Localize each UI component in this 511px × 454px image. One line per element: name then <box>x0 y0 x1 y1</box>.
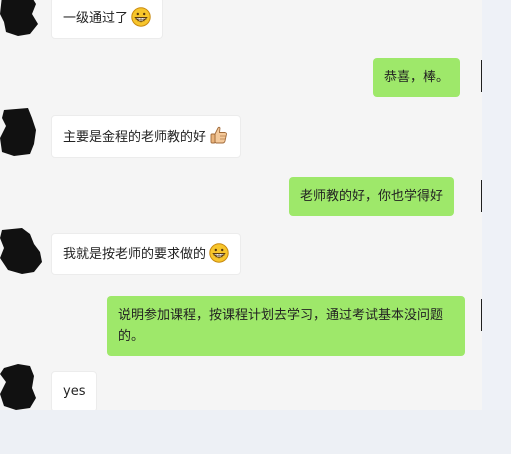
message-bubble-incoming[interactable]: yes <box>51 371 98 410</box>
message-bubble-outgoing[interactable]: 恭喜，棒。 <box>373 58 461 97</box>
grinning-face-icon <box>131 7 151 27</box>
message-text: 说明参加课程，按课程计划去学习，通过考试基本没问题的。 <box>118 308 444 344</box>
message-text: 恭喜，棒。 <box>384 70 450 85</box>
message-bubble-incoming[interactable]: 一级通过了 <box>51 0 164 39</box>
message-text: 一级通过了 <box>63 11 129 26</box>
chat-message-area[interactable]: 一级通过了 恭喜，棒。 主要是金程的老师教的好 老师教的好，你也学得好 我就是按… <box>0 0 482 410</box>
grinning-face-icon <box>209 243 229 263</box>
avatar-redacted <box>0 364 36 410</box>
message-text: 主要是金程的老师教的好 <box>63 130 207 145</box>
thumbs-up-icon <box>210 126 227 144</box>
message-text: 我就是按老师的要求做的 <box>63 247 207 262</box>
side-panel-edge <box>482 0 511 410</box>
message-bubble-outgoing[interactable]: 说明参加课程，按课程计划去学习，通过考试基本没问题的。 <box>107 296 465 356</box>
avatar-redacted <box>0 0 38 36</box>
message-text: 老师教的好，你也学得好 <box>300 189 444 204</box>
message-text: yes <box>63 384 86 399</box>
message-bubble-outgoing[interactable]: 老师教的好，你也学得好 <box>289 177 455 216</box>
message-bubble-incoming[interactable]: 主要是金程的老师教的好 <box>51 115 242 158</box>
avatar-redacted <box>0 228 42 274</box>
avatar-redacted <box>0 108 36 156</box>
message-bubble-incoming[interactable]: 我就是按老师的要求做的 <box>51 233 242 275</box>
